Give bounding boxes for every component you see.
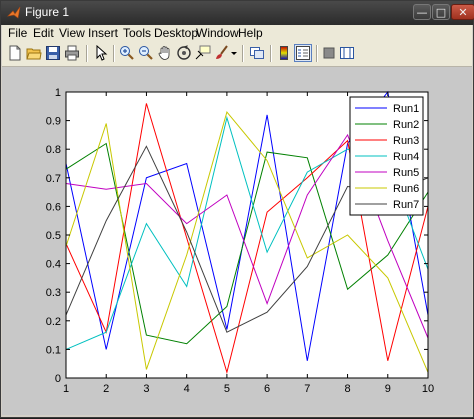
y-tick-label: 0.2 xyxy=(46,316,61,328)
insert-colorbar-icon[interactable] xyxy=(276,45,292,61)
figure-canvas: 1 2 3 4 5 6 7 8 9 10 0 0.1 0.2 0.3 0.4 0.5 0.6 0.7 0.8 0.9 1… xyxy=(2,67,472,415)
figure-window: Figure 1 — □ ✕ File Edit View Insert Too… xyxy=(0,0,474,418)
menu-insert[interactable]: Insert xyxy=(88,26,118,40)
y-tick-label: 0.9 xyxy=(46,116,61,128)
x-tick-label: 6 xyxy=(264,383,270,395)
legend[interactable]: Run1 Run2 Run3 Run4 Run5 Run6 Run7 xyxy=(349,96,424,216)
legend-label-run7: Run7 xyxy=(393,199,419,211)
menu-file[interactable]: File xyxy=(8,26,27,40)
legend-label-run6: Run6 xyxy=(393,183,419,195)
close-icon: ✕ xyxy=(458,6,468,19)
toolbar-separator xyxy=(316,45,318,62)
maximize-icon: □ xyxy=(435,6,447,19)
maximize-button[interactable]: □ xyxy=(432,4,450,20)
matlab-logo-icon xyxy=(7,6,21,19)
x-tick-label: 1 xyxy=(63,383,69,395)
minimize-button[interactable]: — xyxy=(413,4,431,20)
x-tick-label: 2 xyxy=(103,383,109,395)
y-tick-label: 0.8 xyxy=(46,144,61,156)
zoom-in-icon[interactable] xyxy=(119,45,135,61)
y-tick-label: 0.6 xyxy=(46,201,61,213)
print-icon[interactable] xyxy=(64,45,80,61)
title-bar[interactable]: Figure 1 — □ ✕ xyxy=(1,1,474,25)
pan-hand-icon[interactable] xyxy=(157,45,173,61)
figure-toolbar xyxy=(2,42,472,67)
link-plot-icon[interactable] xyxy=(249,45,265,61)
save-icon[interactable] xyxy=(45,45,61,61)
close-button[interactable]: ✕ xyxy=(451,4,474,20)
x-tick-label: 9 xyxy=(385,383,391,395)
x-tick-label: 5 xyxy=(224,383,230,395)
menu-window[interactable]: Window xyxy=(196,26,239,40)
menu-help[interactable]: Help xyxy=(238,26,263,40)
menu-view[interactable]: View xyxy=(59,26,85,40)
menu-tools[interactable]: Tools xyxy=(123,26,151,40)
edit-plot-arrow-icon[interactable] xyxy=(93,45,109,61)
new-figure-icon[interactable] xyxy=(7,45,23,61)
toolbar-separator xyxy=(86,45,88,62)
brush-icon[interactable] xyxy=(214,45,230,61)
toolbar-separator xyxy=(242,45,244,62)
x-tick-label: 3 xyxy=(143,383,149,395)
window-title: Figure 1 xyxy=(25,5,70,19)
minimize-icon: — xyxy=(416,6,428,19)
y-tick-label: 0.4 xyxy=(46,259,61,271)
line-chart: 1 2 3 4 5 6 7 8 9 10 0 0.1 0.2 0.3 0.4 0.5 0.6 0.7 0.8 0.9 1… xyxy=(46,87,434,395)
hide-plot-tools-icon[interactable] xyxy=(321,45,337,61)
show-plot-tools-icon[interactable] xyxy=(339,45,355,61)
insert-legend-icon[interactable] xyxy=(294,44,312,62)
brush-dropdown-icon[interactable] xyxy=(230,45,238,61)
y-tick-label: 0.3 xyxy=(46,287,61,299)
y-tick-label: 0.7 xyxy=(46,173,61,185)
rotate-3d-icon[interactable] xyxy=(176,45,192,61)
legend-label-run2: Run2 xyxy=(393,119,419,131)
zoom-out-icon[interactable] xyxy=(138,45,154,61)
toolbar-separator xyxy=(113,45,115,62)
y-tick-label: 0 xyxy=(55,373,61,385)
legend-label-run1: Run1 xyxy=(393,103,419,115)
x-tick-label: 7 xyxy=(304,383,310,395)
x-tick-label: 10 xyxy=(422,383,434,395)
x-tick-label: 8 xyxy=(344,383,350,395)
y-tick-label: 0.5 xyxy=(46,230,61,242)
menu-bar: File Edit View Insert Tools Desktop Wind… xyxy=(2,25,472,42)
y-tick-label: 0.1 xyxy=(46,344,61,356)
open-file-icon[interactable] xyxy=(26,45,42,61)
legend-label-run5: Run5 xyxy=(393,167,419,179)
legend-label-run4: Run4 xyxy=(393,151,419,163)
menu-desktop[interactable]: Desktop xyxy=(154,26,198,40)
x-tick-label: 4 xyxy=(184,383,190,395)
data-cursor-icon[interactable] xyxy=(195,45,211,61)
legend-label-run3: Run3 xyxy=(393,135,419,147)
menu-edit[interactable]: Edit xyxy=(33,26,54,40)
y-tick-label: 1 xyxy=(55,87,61,99)
toolbar-separator xyxy=(270,45,272,62)
